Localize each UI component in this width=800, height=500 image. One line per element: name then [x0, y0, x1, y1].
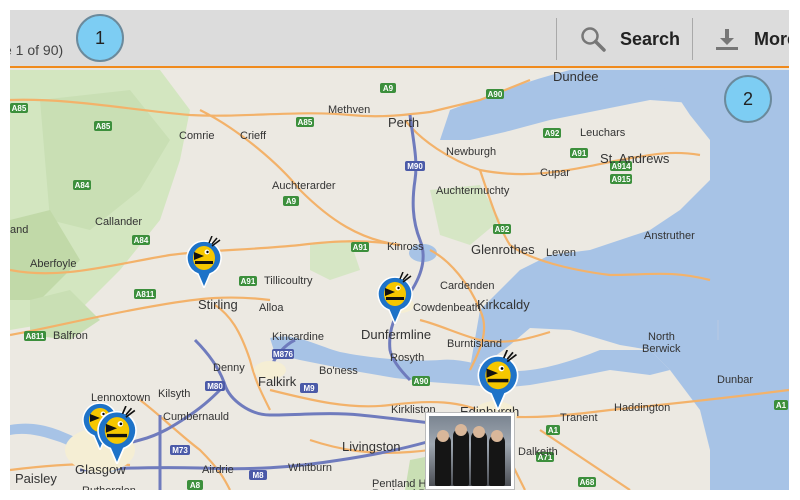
svg-text:A91: A91 — [353, 243, 368, 252]
svg-text:Auchterarder: Auchterarder — [272, 180, 336, 192]
svg-text:Bo'ness: Bo'ness — [319, 365, 358, 377]
svg-text:A1: A1 — [548, 426, 559, 435]
svg-text:A68: A68 — [580, 478, 595, 487]
svg-text:M73: M73 — [172, 446, 188, 455]
page-count: e 1 of 90) — [10, 42, 64, 58]
svg-text:Kincardine: Kincardine — [272, 331, 324, 343]
svg-text:Haddington: Haddington — [614, 402, 670, 414]
svg-text:Auchtermuchty: Auchtermuchty — [436, 185, 510, 197]
download-icon — [716, 29, 738, 50]
svg-text:A1: A1 — [776, 401, 787, 410]
svg-text:M90: M90 — [407, 162, 423, 171]
svg-text:M8: M8 — [252, 471, 264, 480]
bird-marker-icon — [377, 271, 413, 326]
svg-text:Denny: Denny — [213, 362, 245, 374]
svg-text:Kilsyth: Kilsyth — [158, 388, 190, 400]
svg-text:Balfron: Balfron — [53, 330, 88, 342]
svg-text:Kirkcaldy: Kirkcaldy — [477, 297, 530, 312]
svg-text:Glenrothes: Glenrothes — [471, 242, 535, 257]
svg-text:Airdrie: Airdrie — [202, 464, 234, 476]
svg-text:A85: A85 — [298, 118, 313, 127]
svg-text:Tranent: Tranent — [560, 412, 598, 424]
svg-text:A91: A91 — [572, 149, 587, 158]
search-icon — [581, 27, 606, 52]
photo-thumbnail[interactable] — [425, 412, 515, 490]
svg-text:A84: A84 — [134, 236, 149, 245]
bird-marker-icon — [186, 235, 222, 290]
svg-text:A9: A9 — [383, 84, 394, 93]
svg-text:and: and — [10, 224, 28, 236]
svg-text:Cowdenbeath: Cowdenbeath — [413, 302, 481, 314]
svg-text:A811: A811 — [26, 332, 45, 341]
svg-text:Dunbar: Dunbar — [717, 374, 753, 386]
svg-text:A92: A92 — [545, 129, 560, 138]
svg-text:Perth: Perth — [388, 115, 419, 130]
step-badge-2: 2 — [724, 75, 772, 123]
svg-text:A8: A8 — [190, 481, 201, 490]
svg-text:Leuchars: Leuchars — [580, 127, 626, 139]
svg-text:A811: A811 — [136, 290, 155, 299]
map-marker[interactable] — [472, 349, 519, 413]
svg-text:Rosyth: Rosyth — [390, 352, 424, 364]
band-photo — [429, 416, 511, 486]
svg-text:Newburgh: Newburgh — [446, 146, 496, 158]
step-badge-1: 1 — [76, 14, 124, 62]
divider — [692, 18, 693, 60]
svg-text:Leven: Leven — [546, 247, 576, 259]
bird-marker-icon — [97, 405, 137, 467]
app-frame: e 1 of 90) Search More — [10, 10, 789, 490]
svg-text:M80: M80 — [207, 382, 223, 391]
svg-text:Paisley: Paisley — [15, 471, 57, 486]
svg-text:Alloa: Alloa — [259, 302, 284, 314]
svg-text:Crieff: Crieff — [240, 130, 267, 142]
svg-text:Cardenden: Cardenden — [440, 280, 494, 292]
search-label: Search — [620, 28, 681, 49]
svg-text:Dundee: Dundee — [553, 70, 599, 84]
svg-text:M9: M9 — [303, 384, 315, 393]
svg-text:Aberfoyle: Aberfoyle — [30, 258, 76, 270]
svg-text:Dunfermline: Dunfermline — [361, 327, 431, 342]
svg-text:Cumbernauld: Cumbernauld — [163, 411, 229, 423]
svg-text:A9: A9 — [286, 197, 297, 206]
map-marker[interactable] — [375, 271, 415, 326]
svg-text:Kinross: Kinross — [387, 241, 424, 253]
map-marker[interactable] — [94, 405, 137, 467]
bird-marker-icon — [477, 349, 519, 413]
svg-text:Methven: Methven — [328, 104, 370, 116]
svg-text:Anstruther: Anstruther — [644, 230, 695, 242]
svg-text:A85: A85 — [12, 104, 27, 113]
action-bar: e 1 of 90) Search More — [10, 10, 789, 68]
svg-text:Cupar: Cupar — [540, 167, 570, 179]
more-button[interactable]: More — [714, 10, 789, 68]
search-button[interactable]: Search — [580, 10, 680, 68]
map-marker[interactable] — [184, 235, 224, 290]
svg-text:A92: A92 — [495, 225, 510, 234]
svg-text:M876: M876 — [273, 350, 294, 359]
svg-text:St. Andrews: St. Andrews — [600, 151, 670, 166]
svg-text:Berwick: Berwick — [642, 343, 681, 355]
svg-text:A90: A90 — [488, 90, 503, 99]
svg-text:Livingston: Livingston — [342, 439, 401, 454]
svg-text:A915: A915 — [611, 175, 631, 184]
svg-text:Regional Pa: Regional Pa — [372, 488, 433, 490]
more-label: More — [754, 28, 789, 49]
svg-text:Dalkeith: Dalkeith — [518, 446, 558, 458]
svg-text:Callander: Callander — [95, 216, 142, 228]
svg-text:Comrie: Comrie — [179, 130, 214, 142]
divider — [556, 18, 557, 60]
svg-text:Glasgow: Glasgow — [75, 462, 126, 477]
svg-text:A85: A85 — [96, 122, 111, 131]
svg-text:A91: A91 — [241, 277, 256, 286]
svg-text:Falkirk: Falkirk — [258, 374, 297, 389]
svg-text:Burntisland: Burntisland — [447, 338, 502, 350]
svg-text:Whitburn: Whitburn — [288, 462, 332, 474]
svg-text:A84: A84 — [75, 181, 90, 190]
svg-text:North: North — [648, 331, 675, 343]
svg-text:Rutherglen: Rutherglen — [82, 485, 136, 490]
svg-text:Stirling: Stirling — [198, 297, 238, 312]
svg-text:A90: A90 — [414, 377, 429, 386]
svg-text:Tillicoultry: Tillicoultry — [264, 275, 313, 287]
